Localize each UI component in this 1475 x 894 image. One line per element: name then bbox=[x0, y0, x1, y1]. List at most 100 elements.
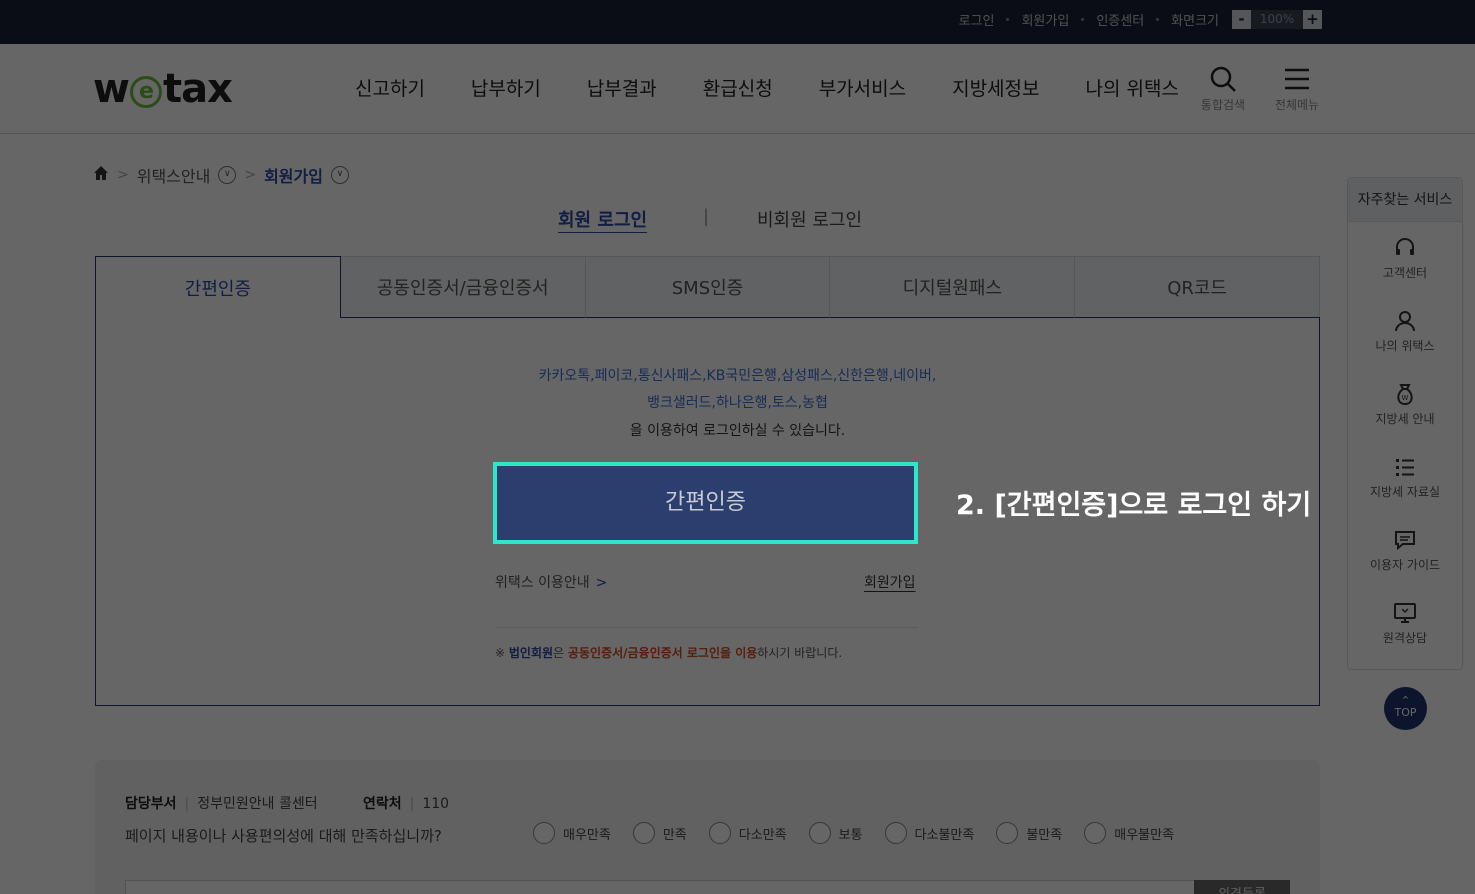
signup-link[interactable]: 회원가입 bbox=[1021, 10, 1069, 29]
home-icon[interactable] bbox=[93, 165, 109, 185]
option-very-dissatisfied[interactable]: 매우불만족 bbox=[1084, 822, 1174, 844]
chevron-right-icon: > bbox=[117, 167, 129, 183]
radio-button[interactable] bbox=[533, 822, 555, 844]
nav-item-refund[interactable]: 환급신청 bbox=[703, 74, 773, 101]
option-label: 보통 bbox=[838, 827, 863, 843]
nav-item-my-wetax[interactable]: 나의 위택스 bbox=[1086, 74, 1179, 101]
option-label: 매우불만족 bbox=[1114, 827, 1175, 843]
tab-digital-onepass[interactable]: 디지털원패스 bbox=[830, 256, 1076, 318]
quick-item-label: 원격상담 bbox=[1382, 631, 1428, 645]
nav-item-local-tax-info[interactable]: 지방세정보 bbox=[952, 74, 1039, 101]
utility-bar: 로그인 회원가입 인증센터 화면크기 - 100% + bbox=[0, 0, 1475, 44]
login-link[interactable]: 로그인 bbox=[959, 10, 995, 29]
user-icon bbox=[1348, 309, 1462, 337]
breadcrumb-level2[interactable]: 회원가입 bbox=[264, 163, 323, 187]
note-mid: 은 bbox=[553, 646, 568, 660]
radio-button[interactable] bbox=[708, 822, 731, 844]
option-label: 불만족 bbox=[1026, 827, 1063, 843]
search-icon bbox=[1193, 64, 1253, 96]
usage-guide-link[interactable]: 위택스 이용안내 > bbox=[495, 572, 607, 592]
usage-guide-label: 위택스 이용안내 bbox=[495, 575, 590, 591]
highlight-box: 간편인증 bbox=[493, 462, 918, 544]
logo-e-circle: e bbox=[129, 76, 162, 108]
dept-label: 담당부서 bbox=[125, 796, 177, 812]
quick-item-local-tax-library[interactable]: 지방세 자료실 bbox=[1348, 441, 1462, 514]
top-label: TOP bbox=[1394, 706, 1417, 719]
note-cert: 공동인증서/금융인증서 로그인을 이용 bbox=[567, 646, 758, 660]
radio-button[interactable] bbox=[808, 822, 831, 844]
hamburger-icon bbox=[1267, 64, 1327, 96]
tab-qr-code[interactable]: QR코드 bbox=[1075, 256, 1320, 318]
quick-menu-title: 자주찾는 서비스 bbox=[1348, 178, 1462, 222]
nav-item-extra-service[interactable]: 부가서비스 bbox=[819, 74, 906, 101]
zoom-value: 100% bbox=[1251, 10, 1303, 29]
quick-item-label: 지방세 안내 bbox=[1375, 412, 1435, 426]
wetax-logo[interactable]: w e tax bbox=[93, 66, 233, 112]
survey-question: 페이지 내용이나 사용편의성에 대해 만족하십니까? bbox=[125, 827, 442, 845]
option-dissatisfied[interactable]: 불만족 bbox=[996, 822, 1062, 844]
providers-line2: 뱅크샐러드,하나은행,토스,농협 bbox=[647, 395, 828, 411]
option-satisfied[interactable]: 만족 bbox=[632, 822, 687, 844]
nonmember-login-tab[interactable]: 비회원 로그인 bbox=[757, 206, 862, 232]
quick-item-label: 고객센터 bbox=[1382, 266, 1428, 280]
search-button[interactable]: 통합검색 bbox=[1193, 64, 1253, 113]
quick-item-my-wetax[interactable]: 나의 위택스 bbox=[1348, 295, 1462, 368]
all-menu-label: 전체메뉴 bbox=[1274, 98, 1320, 112]
option-neutral[interactable]: 보통 bbox=[808, 822, 863, 844]
highlighted-auth-label: 간편인증 bbox=[497, 466, 914, 540]
instruction-callout: 2. [간편인증]으로 로그인 하기 bbox=[956, 490, 1312, 521]
all-menu-button[interactable]: 전체메뉴 bbox=[1267, 64, 1327, 113]
nav-item-pay[interactable]: 납부하기 bbox=[471, 74, 541, 101]
join-link[interactable]: 회원가입 bbox=[864, 572, 916, 592]
option-very-satisfied[interactable]: 매우만족 bbox=[533, 822, 611, 844]
cert-center-link[interactable]: 인증센터 bbox=[1096, 10, 1144, 29]
breadcrumb-level1[interactable]: 위택스안내 bbox=[137, 163, 211, 187]
member-login-tab[interactable]: 회원 로그인 bbox=[558, 206, 647, 232]
nav-item-pay-result[interactable]: 납부결과 bbox=[587, 74, 657, 101]
screen-size-label: 화면크기 bbox=[1171, 14, 1219, 29]
logo-text-w: w bbox=[93, 66, 130, 112]
quick-item-remote-consult[interactable]: 원격상담 bbox=[1348, 587, 1462, 660]
tab-sms-auth[interactable]: SMS인증 bbox=[585, 256, 831, 318]
quick-item-label: 이용자 가이드 bbox=[1369, 558, 1441, 572]
utility-links: 로그인 회원가입 인증센터 화면크기 bbox=[959, 10, 1219, 29]
chat-icon bbox=[1348, 528, 1462, 556]
option-somewhat-dissatisfied[interactable]: 다소불만족 bbox=[884, 822, 975, 844]
radio-button[interactable] bbox=[632, 822, 655, 844]
scroll-top-button[interactable]: ⌃ TOP bbox=[1384, 687, 1427, 730]
note-corp: 법인회원 bbox=[508, 646, 554, 660]
contact-value: 110 bbox=[422, 796, 450, 812]
search-label: 통합검색 bbox=[1200, 98, 1246, 112]
radio-button[interactable] bbox=[884, 822, 907, 844]
headset-icon bbox=[1348, 236, 1462, 264]
separator: | bbox=[409, 796, 415, 812]
quick-item-customer-center[interactable]: 고객센터 bbox=[1348, 222, 1462, 295]
quick-item-user-guide[interactable]: 이용자 가이드 bbox=[1348, 514, 1462, 587]
separator-dot bbox=[1081, 18, 1085, 21]
quick-item-local-tax-guide[interactable]: W 지방세 안내 bbox=[1348, 368, 1462, 441]
chevron-down-icon[interactable]: ∨ bbox=[330, 166, 349, 184]
survey-comment-input[interactable] bbox=[125, 880, 1195, 894]
survey-contact: 연락처 | 110 bbox=[363, 793, 449, 813]
auth-tabs: 간편인증 공동인증서/금융인증서 SMS인증 디지털원패스 QR코드 bbox=[95, 256, 1320, 318]
option-somewhat-satisfied[interactable]: 다소만족 bbox=[708, 822, 787, 844]
zoom-control: - 100% + bbox=[1232, 10, 1322, 29]
tab-simple-auth[interactable]: 간편인증 bbox=[95, 256, 341, 318]
logo-text-tax: tax bbox=[162, 66, 233, 112]
zoom-out-button[interactable]: - bbox=[1232, 10, 1251, 29]
option-label: 다소불만족 bbox=[914, 827, 975, 843]
chevron-down-icon[interactable]: ∨ bbox=[218, 166, 237, 184]
radio-button[interactable] bbox=[996, 822, 1019, 844]
quick-item-label: 나의 위택스 bbox=[1375, 339, 1435, 353]
zoom-in-button[interactable]: + bbox=[1303, 10, 1322, 29]
chevron-right-icon: > bbox=[595, 575, 608, 591]
survey-submit-button[interactable]: 의견등록 bbox=[1194, 880, 1290, 894]
corporate-note: ※ 법인회원은 공동인증서/금융인증서 로그인을 이용하시기 바랍니다. bbox=[495, 644, 842, 661]
dept-value: 정부민원안내 콜센터 bbox=[197, 796, 318, 812]
tab-joint-cert[interactable]: 공동인증서/금융인증서 bbox=[340, 256, 586, 318]
nav-item-report[interactable]: 신고하기 bbox=[355, 74, 425, 101]
divider bbox=[495, 627, 918, 628]
separator-dot bbox=[1156, 18, 1160, 21]
radio-button[interactable] bbox=[1084, 822, 1107, 844]
note-end: 하시기 바랍니다. bbox=[757, 646, 843, 660]
